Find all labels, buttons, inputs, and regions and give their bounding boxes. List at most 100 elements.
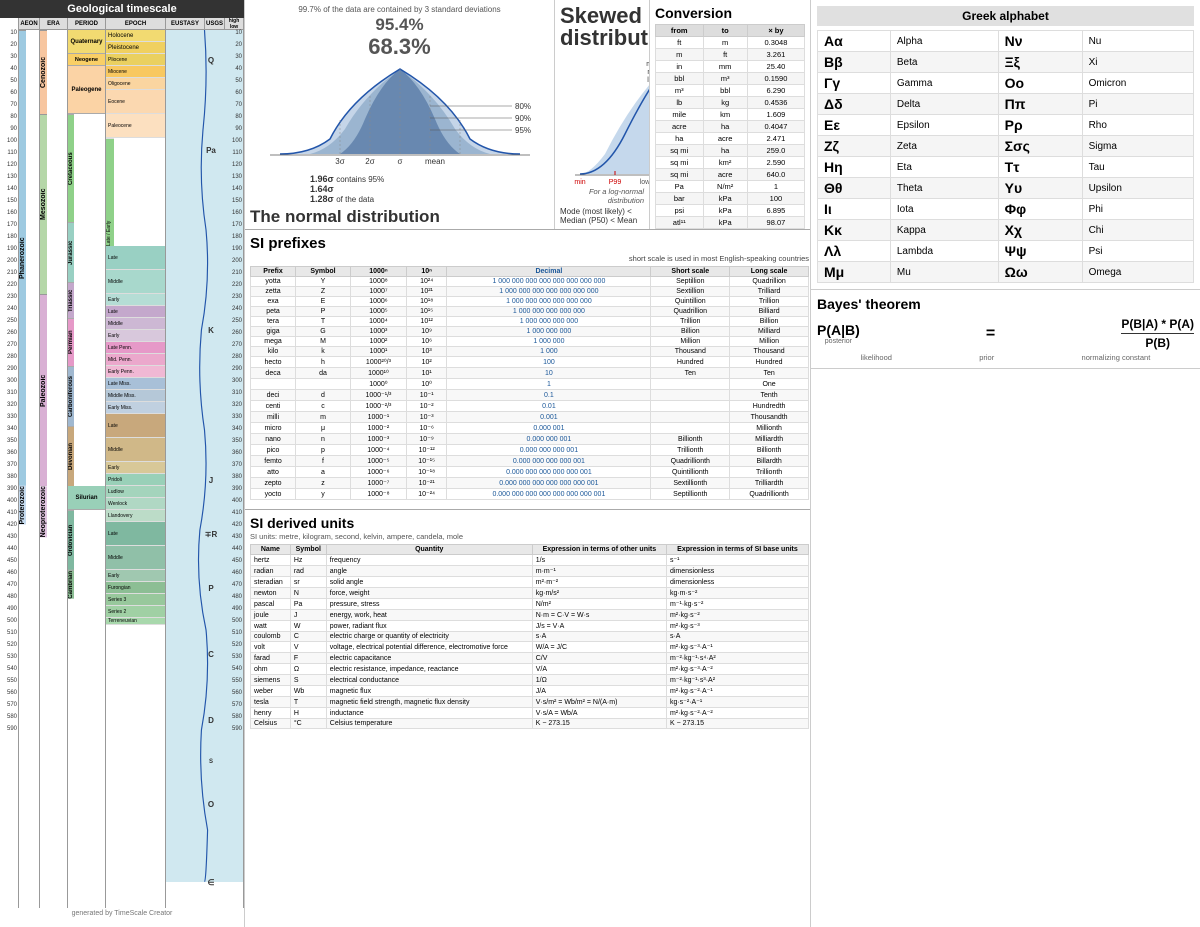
si-prefix-h3: 1000ⁿ <box>350 267 406 277</box>
si-prefix-row: gigaG1000³10⁹1 000 000 000BillionMilliar… <box>251 327 809 337</box>
si-prefix-section: SI prefixes short scale is used in most … <box>245 230 810 509</box>
si-prefix-h4: 10ⁿ <box>406 267 447 277</box>
derived-row: faradFelectric capacitanceC/Vm⁻²·kg⁻¹·s⁴… <box>251 653 809 664</box>
derived-row: henryHinductanceV·s/A = Wb/Am²·kg·s⁻²·A⁻… <box>251 708 809 719</box>
conv-row: inmm25.40 <box>656 61 805 73</box>
greek-title: Greek alphabet <box>817 6 1194 26</box>
conv-row: sq miha259.0 <box>656 145 805 157</box>
bayes-formula-area: P(A|B) posterior = P(B|A) * P(A) P(B) <box>817 317 1194 350</box>
greek-row: ΘθThetaΥυUpsilon <box>818 178 1194 199</box>
main-container: Geological timescale 10 20 30 40 50 60 7… <box>0 0 1200 927</box>
derived-row: steradiansrsolid anglem²·m⁻²dimensionles… <box>251 577 809 588</box>
greek-table: ΑαAlphaΝνNuΒβBetaΞξXiΓγGammaΟοOmicronΔδD… <box>817 30 1194 283</box>
si-prefix-row: teraT1000⁴10¹²1 000 000 000 000TrillionB… <box>251 317 809 327</box>
svg-text:low: low <box>640 179 650 184</box>
svg-text:σ: σ <box>398 157 403 166</box>
si-derived-subtitle: SI units: metre, kilogram, second, kelvi… <box>250 532 809 541</box>
conv-row: bblm³0.1590 <box>656 73 805 85</box>
si-prefix-row: zettaZ1000⁷10²¹1 000 000 000 000 000 000… <box>251 287 809 297</box>
skewed-dist-chart: area A = area B mode most likely mean av… <box>560 54 650 184</box>
si-prefix-row: femtof1000⁻⁵10⁻¹⁵0.000 000 000 000 001Qu… <box>251 456 809 467</box>
geo-generated: generated by TimeScale Creator <box>0 908 244 919</box>
si-prefix-h6: Short scale <box>651 267 730 277</box>
si-prefix-row: nanon1000⁻³10⁻⁹0.000 000 001BillionthMil… <box>251 434 809 445</box>
si-prefix-row: petaP1000⁵10¹⁵1 000 000 000 000 000Quadr… <box>251 307 809 317</box>
si-prefix-table: Prefix Symbol 1000ⁿ 10ⁿ Decimal Short sc… <box>250 266 809 500</box>
derived-row: weberWbmagnetic fluxJ/Am²·kg·s⁻²·A⁻¹ <box>251 686 809 697</box>
si-prefix-row: decada1000¹⁰10¹10TenTen <box>251 368 809 379</box>
short-scale-note: short scale is used in most English-spea… <box>250 254 809 263</box>
greek-row: ΜμMuΩωOmega <box>818 262 1194 283</box>
bayes-title: Bayes' theorem <box>817 296 1194 312</box>
geo-title: Geological timescale <box>0 0 244 18</box>
si-prefix-row: centic1000⁻²/³10⁻²0.01Hundredth <box>251 401 809 412</box>
mode-median-mean: Mode (most likely) < Median (P50) < Mean <box>560 207 644 225</box>
conv-row: atmkPa101.3 <box>656 229 805 230</box>
si-prefix-title: SI prefixes <box>250 235 809 252</box>
geological-timescale-panel: Geological timescale 10 20 30 40 50 60 7… <box>0 0 245 927</box>
conv-row: barkPa100 <box>656 193 805 205</box>
derived-row: teslaTmagnetic field strength, magnetic … <box>251 697 809 708</box>
conversion-title: Conversion <box>655 5 805 21</box>
conv-header-by: × by <box>747 25 804 37</box>
si-prefix-row: megaM1000²10⁶1 000 000MillionMillion <box>251 337 809 347</box>
derived-row: wattWpower, radiant fluxJ/s = V·Am²·kg·s… <box>251 621 809 632</box>
si-prefix-row: 1000⁰10⁰1One <box>251 379 809 390</box>
log-normal-note: For a log-normal distribution <box>560 187 644 205</box>
svg-text:95%: 95% <box>515 126 531 135</box>
conv-row: mft3.261 <box>656 49 805 61</box>
conv-row: haacre2.471 <box>656 133 805 145</box>
bayes-labels: likelihood prior normalizing constant <box>817 353 1194 362</box>
conv-row: milekm1.609 <box>656 109 805 121</box>
bayes-fraction: P(B|A) * P(A) P(B) <box>1121 317 1194 350</box>
greek-row: ΛλLambdaΨψPsi <box>818 241 1194 262</box>
si-derived-table: Name Symbol Quantity Expression in terms… <box>250 544 809 729</box>
si-prefix-row: picop1000⁻⁴10⁻¹²0.000 000 000 001Trillio… <box>251 445 809 456</box>
conversion-table: from to × by ftm0.3048mft3.261inmm25.40b… <box>655 24 805 229</box>
normal-dist-chart: 3σ 2σ σ mean 80% 90% 95% <box>250 59 550 169</box>
conv-row: psikPa6.895 <box>656 205 805 217</box>
si-prefix-row: kilok1000¹10³1 000ThousandThousand <box>251 347 809 357</box>
normal-dist-title: The normal distribution <box>250 208 549 227</box>
pct-95-label: 95.4% <box>250 16 549 35</box>
si-derived-title: SI derived units <box>250 515 809 531</box>
si-prefix-h7: Long scale <box>730 267 809 277</box>
svg-text:90%: 90% <box>515 114 531 123</box>
pct-68-label: 68.3% <box>250 35 549 59</box>
si-prefix-row: millim1000⁻¹10⁻³0.001Thousandth <box>251 412 809 423</box>
bayes-theorem-section: Bayes' theorem P(A|B) posterior = P(B|A)… <box>811 290 1200 369</box>
greek-row: ΗηEtaΤτTau <box>818 157 1194 178</box>
greek-row: ΕεEpsilonΡρRho <box>818 115 1194 136</box>
greek-row: ΖζZetaΣσςSigma <box>818 136 1194 157</box>
svg-text:min: min <box>574 179 585 184</box>
si-prefix-h5: Decimal <box>447 267 651 277</box>
derived-row: Celsius°CCelsius temperatureK − 273.15K … <box>251 719 809 729</box>
svg-text:2σ: 2σ <box>365 157 374 166</box>
conversion-section: Conversion from to × by ftm0.3048mft3.26… <box>650 0 810 229</box>
bottom-section: SI derived units SI units: metre, kilogr… <box>245 510 810 927</box>
skewed-title: Skeweddistributions <box>560 5 644 49</box>
greek-row: ΓγGammaΟοOmicron <box>818 73 1194 94</box>
greek-alphabet-section: Greek alphabet ΑαAlphaΝνNuΒβBetaΞξXiΓγGa… <box>811 0 1200 290</box>
si-prefix-row: yoctoy1000⁻⁸10⁻²⁴0.000 000 000 000 000 0… <box>251 489 809 500</box>
si-prefix-row: attoa1000⁻⁶10⁻¹⁸0.000 000 000 000 000 00… <box>251 467 809 478</box>
derived-row: jouleJenergy, work, heatN·m = C·V = W·sm… <box>251 610 809 621</box>
svg-text:P99: P99 <box>609 179 622 184</box>
greek-row: ΔδDeltaΠπPi <box>818 94 1194 115</box>
si-prefix-h2: Symbol <box>296 267 351 277</box>
derived-h-name: Name <box>251 545 291 555</box>
derived-row: voltVvoltage, electrical potential diffe… <box>251 642 809 653</box>
greek-row: ΙιIotaΦφPhi <box>818 199 1194 220</box>
greek-row: ΚκKappaΧχChi <box>818 220 1194 241</box>
derived-row: coulombCelectric charge or quantity of e… <box>251 632 809 642</box>
skewed-dist-area: Skeweddistributions area A = area B mode… <box>555 0 650 229</box>
si-prefix-row: exaE1000⁶10¹⁸1 000 000 000 000 000 000Qu… <box>251 297 809 307</box>
conv-row: PaN/m²1 <box>656 181 805 193</box>
mid-section: SI prefixes short scale is used in most … <box>245 230 810 510</box>
bayes-posterior-area: P(A|B) posterior <box>817 322 860 345</box>
si-prefix-row: hectoh1000²⁰/³10²100HundredHundred <box>251 357 809 368</box>
derived-h-qty: Quantity <box>326 545 532 555</box>
derived-h-sym: Symbol <box>290 545 326 555</box>
si-derived-section: SI derived units SI units: metre, kilogr… <box>245 510 810 927</box>
top-section: 99.7% of the data are contained by 3 sta… <box>245 0 810 230</box>
